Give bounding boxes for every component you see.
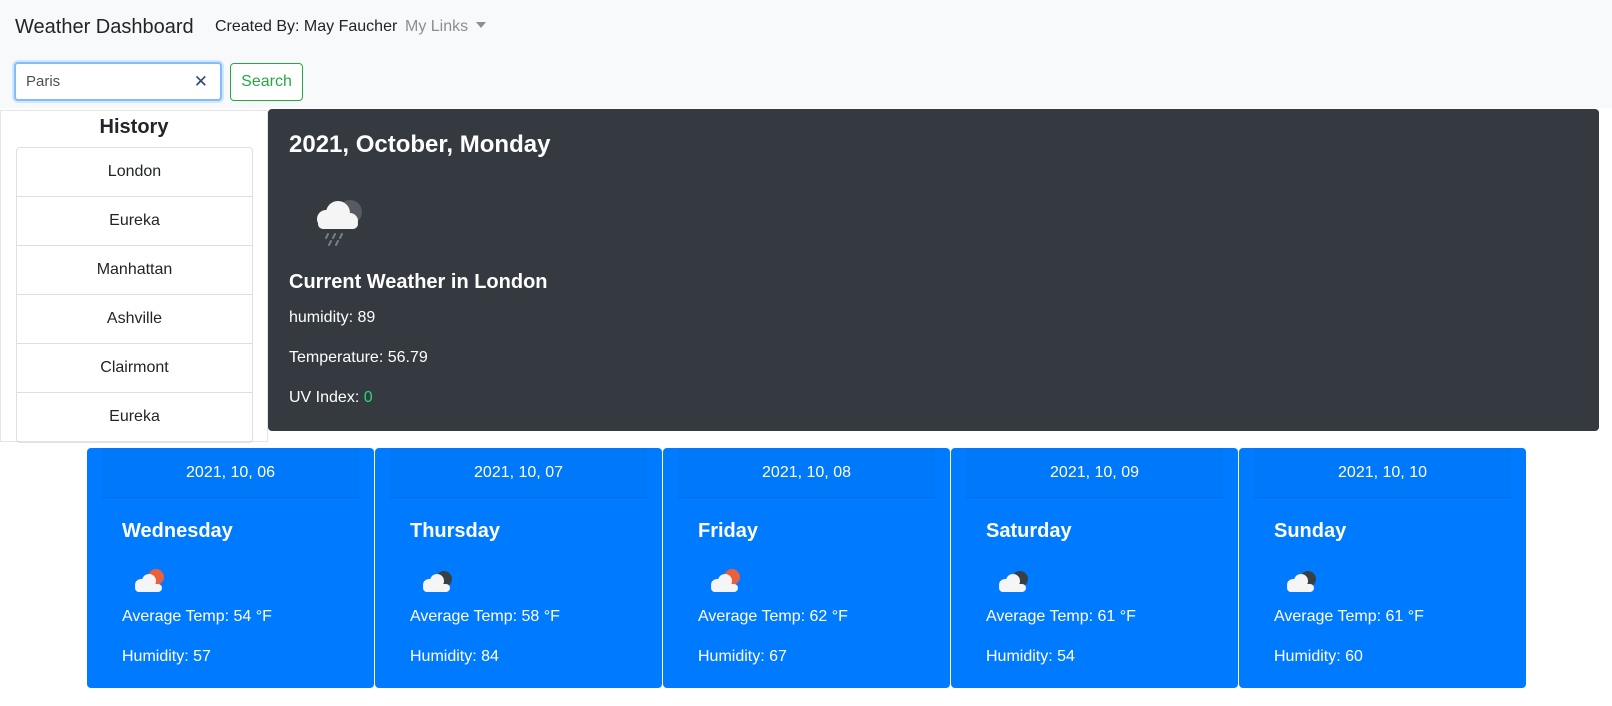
search-input-value[interactable]: Paris — [26, 73, 60, 90]
forecast-card: 2021, 10, 09 Saturday Average Temp: 61 °… — [951, 448, 1238, 688]
forecast-card: 2021, 10, 06 Wednesday Average Temp: 54 … — [87, 448, 374, 688]
forecast-day: Saturday — [986, 520, 1072, 542]
cloudy-icon — [999, 571, 1028, 592]
cloudy-icon — [423, 571, 452, 592]
forecast-day: Friday — [698, 520, 759, 542]
forecast-card: 2021, 10, 10 Sunday Average Temp: 61 °F … — [1239, 448, 1526, 688]
current-humidity: humidity: 89 — [289, 309, 375, 327]
forecast-date: 2021, 10, 08 — [678, 448, 935, 498]
history-panel: History London Eureka Manhattan Ashville… — [0, 110, 268, 443]
current-date: 2021, October, Monday — [289, 131, 551, 158]
forecast-humidity: Humidity: 67 — [698, 648, 787, 665]
search-input[interactable]: Paris ✕ — [14, 62, 222, 101]
current-weather-card: 2021, October, Monday Current Weather in… — [268, 109, 1599, 431]
navbar: Weather Dashboard Created By: May Fauche… — [0, 0, 1612, 108]
forecast-humidity: Humidity: 84 — [410, 648, 499, 665]
cloudy-icon — [1287, 571, 1316, 592]
forecast-temp: Average Temp: 58 °F — [410, 608, 560, 625]
forecast-card: 2021, 10, 08 Friday Average Temp: 62 °F … — [663, 448, 950, 688]
forecast-date: 2021, 10, 10 — [1254, 448, 1511, 498]
history-item[interactable]: London — [17, 148, 252, 197]
forecast-day: Thursday — [410, 520, 501, 542]
cloud-rain-icon — [317, 200, 362, 246]
forecast-humidity: Humidity: 57 — [122, 648, 211, 665]
my-links-label[interactable]: My Links — [405, 18, 468, 35]
forecast-card: 2021, 10, 07 Thursday Average Temp: 58 °… — [375, 448, 662, 688]
history-title: History — [99, 116, 169, 138]
caret-down-icon[interactable] — [476, 22, 487, 28]
forecast-temp: Average Temp: 62 °F — [698, 608, 848, 625]
humidity-value: 89 — [357, 309, 376, 326]
current-city-heading: Current Weather in London — [289, 271, 548, 293]
history-item[interactable]: Manhattan — [17, 246, 252, 295]
forecast-temp: Average Temp: 54 °F — [122, 608, 272, 625]
history-item[interactable]: Clairmont — [17, 344, 252, 393]
my-links-dropdown[interactable]: My Links — [405, 18, 487, 36]
current-temperature: Temperature: 56.79 — [289, 349, 428, 367]
history-item[interactable]: Ashville — [17, 295, 252, 344]
clear-icon[interactable]: ✕ — [194, 64, 208, 99]
history-item[interactable]: Eureka — [17, 393, 252, 442]
forecast-humidity: Humidity: 60 — [1274, 648, 1363, 665]
partly-sunny-icon — [711, 569, 740, 592]
humidity-label: humidity: — [289, 309, 358, 326]
history-item[interactable]: Eureka — [17, 197, 252, 246]
forecast-temp: Average Temp: 61 °F — [986, 608, 1136, 625]
temperature-value: 56.79 — [387, 349, 428, 366]
created-by-text: Created By: May Faucher — [215, 18, 398, 35]
forecast-humidity: Humidity: 54 — [986, 648, 1075, 665]
forecast-day: Wednesday — [122, 520, 233, 542]
uv-value: 0 — [363, 389, 373, 406]
forecast-temp: Average Temp: 61 °F — [1274, 608, 1424, 625]
uv-label: UV Index: — [289, 389, 364, 406]
forecast-date: 2021, 10, 09 — [966, 448, 1223, 498]
forecast-day: Sunday — [1274, 520, 1347, 542]
forecast-date: 2021, 10, 06 — [102, 448, 359, 498]
history-list: London Eureka Manhattan Ashville Clairmo… — [16, 147, 253, 443]
current-uv-index: UV Index: 0 — [289, 389, 373, 407]
temperature-label: Temperature: — [289, 349, 388, 366]
search-button[interactable]: Search — [230, 63, 303, 101]
partly-sunny-icon — [135, 569, 164, 592]
forecast-date: 2021, 10, 07 — [390, 448, 647, 498]
brand-title[interactable]: Weather Dashboard — [15, 16, 194, 39]
